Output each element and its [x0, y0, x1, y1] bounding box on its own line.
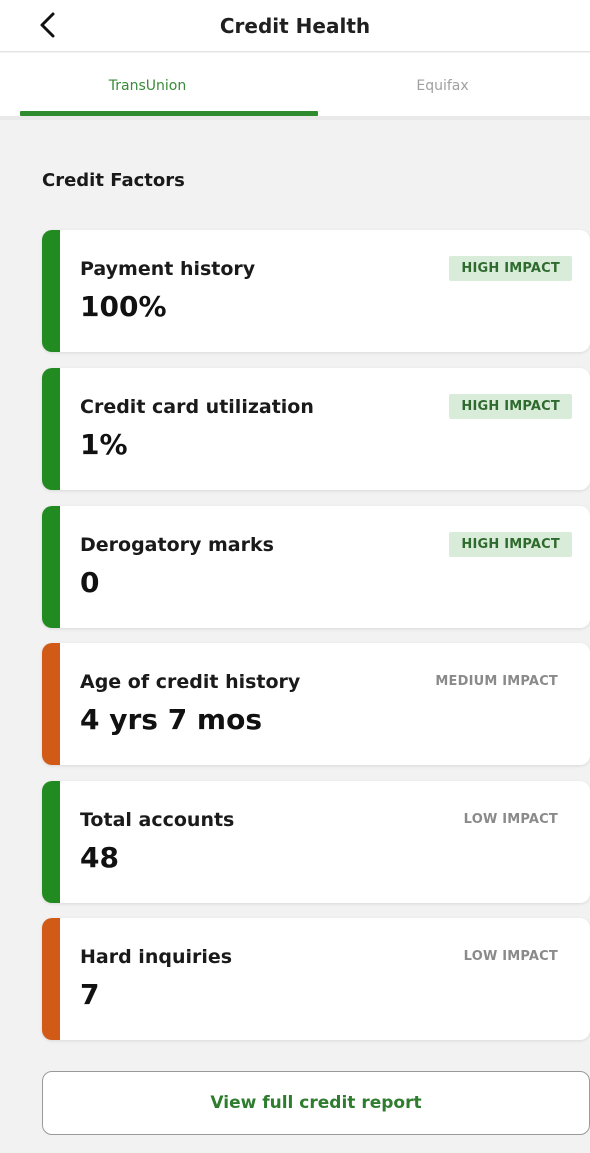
tab-transunion[interactable]: TransUnion — [0, 53, 295, 119]
factor-value: 1% — [80, 428, 128, 461]
impact-badge: MEDIUM IMPACT — [435, 674, 558, 689]
back-button[interactable] — [30, 8, 64, 42]
impact-badge: HIGH IMPACT — [449, 532, 572, 557]
factor-card-total-accounts[interactable]: Total accounts 48 LOW IMPACT — [42, 781, 590, 903]
factor-value: 0 — [80, 566, 100, 599]
status-bar — [42, 918, 60, 1040]
status-bar — [42, 230, 60, 352]
factor-label: Hard inquiries — [80, 946, 233, 968]
factor-label: Payment history — [80, 258, 256, 280]
status-bar — [42, 643, 60, 765]
factor-card-payment-history[interactable]: Payment history 100% HIGH IMPACT — [42, 230, 590, 352]
impact-badge: HIGH IMPACT — [449, 394, 572, 419]
impact-badge: HIGH IMPACT — [449, 256, 572, 281]
bureau-tabs: TransUnion Equifax — [0, 53, 590, 119]
factor-value: 4 yrs 7 mos — [80, 703, 263, 736]
impact-badge: LOW IMPACT — [463, 812, 558, 827]
factor-card-age-of-credit[interactable]: Age of credit history 4 yrs 7 mos MEDIUM… — [42, 643, 590, 765]
factor-label: Total accounts — [80, 809, 235, 831]
tab-divider — [0, 116, 590, 120]
factor-value: 48 — [80, 841, 119, 874]
factor-card-credit-utilization[interactable]: Credit card utilization 1% HIGH IMPACT — [42, 368, 590, 490]
factor-label: Derogatory marks — [80, 534, 274, 556]
impact-badge: LOW IMPACT — [463, 949, 558, 964]
chevron-left-icon — [40, 12, 55, 38]
page-title: Credit Health — [219, 13, 371, 38]
status-bar — [42, 368, 60, 490]
app-header: Credit Health — [0, 0, 590, 52]
factor-card-hard-inquiries[interactable]: Hard inquiries 7 LOW IMPACT — [42, 918, 590, 1040]
tab-equifax[interactable]: Equifax — [295, 53, 590, 119]
factor-value: 100% — [80, 290, 167, 323]
factor-label: Credit card utilization — [80, 396, 314, 418]
factor-value: 7 — [80, 978, 100, 1011]
section-title: Credit Factors — [42, 170, 185, 191]
factor-card-derogatory-marks[interactable]: Derogatory marks 0 HIGH IMPACT — [42, 506, 590, 628]
view-full-report-button[interactable]: View full credit report — [42, 1071, 590, 1135]
status-bar — [42, 781, 60, 903]
status-bar — [42, 506, 60, 628]
factor-label: Age of credit history — [80, 671, 301, 693]
